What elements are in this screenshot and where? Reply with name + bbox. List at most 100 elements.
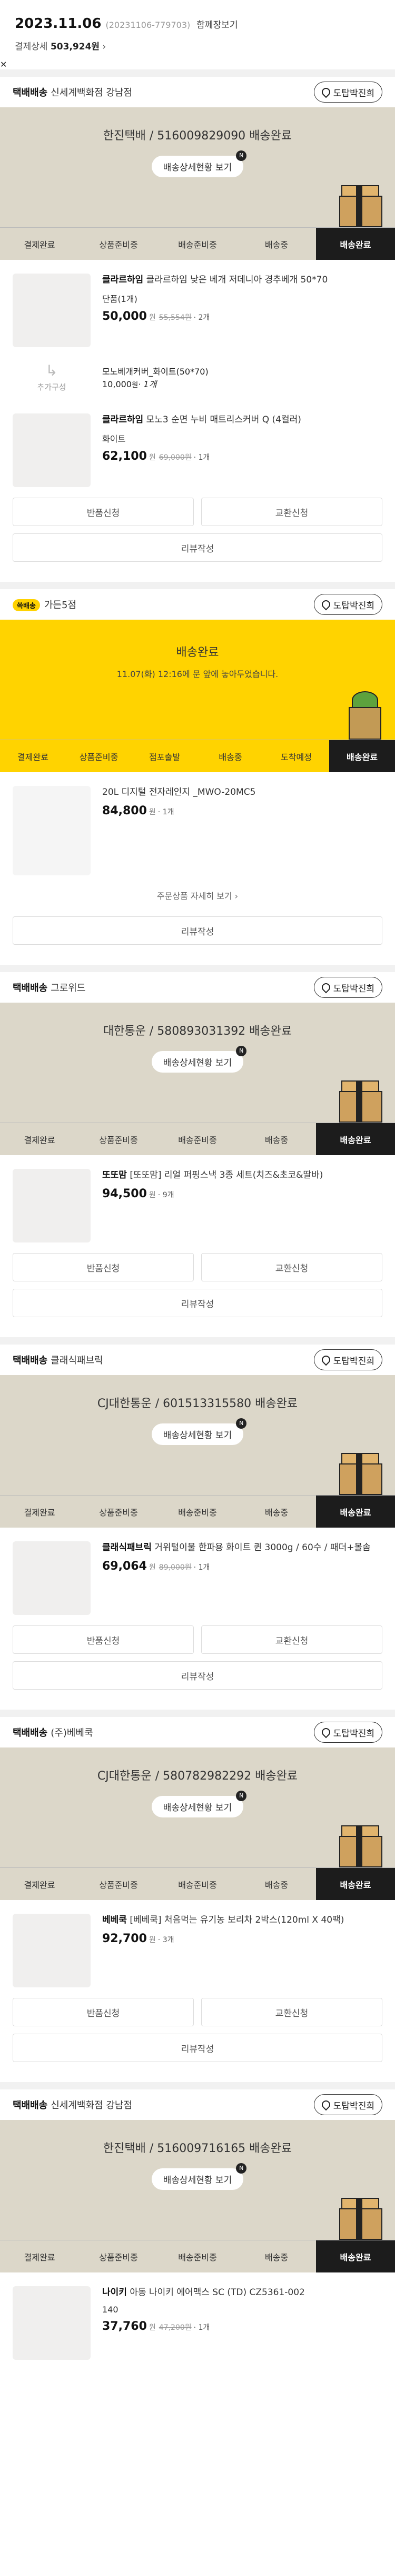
map-button[interactable]: 도탑박진희	[313, 1349, 382, 1370]
review-button[interactable]: 리뷰작성	[13, 2034, 382, 2062]
order-item[interactable]: 베베쿡 [베베쿡] 처음먹는 유기농 보리차 2박스(120ml X 40팩) 9…	[0, 1900, 395, 1995]
product-image[interactable]	[13, 274, 91, 347]
item-name: 클라르하임 클라르하임 낮은 베개 저데니아 경추베개 50*70	[102, 275, 328, 285]
track-button[interactable]: 배송상세현황 보기 N	[151, 2163, 247, 2190]
seller-name: 클래식패브릭	[51, 1355, 103, 1366]
step: 결제완료	[24, 1507, 55, 1518]
item-name: 클래식패브릭 거위털이불 한파용 화이트 퀸 3000g / 60수 / 패더+…	[102, 1542, 371, 1553]
item-name: 클라르하임 모노3 순면 누비 매트리스커버 Q (4컬러)	[102, 415, 301, 425]
map-button[interactable]: 도탑박진희	[313, 594, 382, 615]
review-button[interactable]: 리뷰작성	[13, 1289, 382, 1317]
step: 상품준비중	[99, 1135, 138, 1145]
step: 배송준비중	[178, 2252, 217, 2262]
item-price: 50,000 원 55,554원 · 2개	[102, 309, 210, 323]
map-button[interactable]: 도탑박진희	[313, 2094, 382, 2115]
return-button[interactable]: 반품신청	[13, 1998, 194, 2026]
action-buttons: 반품신청 교환신청리뷰작성	[0, 1622, 395, 1710]
track-button[interactable]: 배송상세현황 보기 N	[151, 1791, 247, 1817]
seller-bar: 택배배송 (주)베베쿡 도탑박진희	[0, 1717, 395, 1747]
order-item[interactable]: 클라르하임 클라르하임 낮은 베개 저데니아 경추베개 50*70 단품(1개) 5…	[0, 260, 395, 355]
package-box-icon	[337, 1080, 386, 1123]
item-option: 화이트	[102, 433, 126, 444]
close-icon[interactable]: ✕	[0, 59, 7, 69]
item-option: 단품(1개)	[102, 294, 137, 304]
review-button[interactable]: 리뷰작성	[13, 533, 382, 562]
step: 배송준비중	[178, 1135, 217, 1145]
step: 배송완료	[316, 1868, 395, 1900]
grocery-bag-icon	[347, 691, 383, 740]
seller-bar: 택배배송 클래식패브릭 도탑박진희	[0, 1345, 395, 1375]
step: 도착예정	[281, 752, 312, 762]
step: 배송중	[264, 1880, 289, 1890]
return-button[interactable]: 반품신청	[13, 1625, 194, 1654]
package-box-icon	[337, 2198, 386, 2240]
action-buttons: 반품신청 교환신청리뷰작성	[0, 494, 395, 582]
track-button[interactable]: 배송상세현황 보기 N	[151, 1046, 247, 1073]
step: 배송준비중	[178, 1507, 217, 1518]
seller-bar: 택배배송 신세계백화점 강남점 도탑박진희	[0, 77, 395, 107]
review-button[interactable]: 리뷰작성	[13, 1661, 382, 1690]
product-image[interactable]	[13, 1169, 91, 1242]
map-button[interactable]: 도탑박진희	[313, 977, 382, 998]
exchange-button[interactable]: 교환신청	[201, 1625, 382, 1654]
exchange-button[interactable]: 교환신청	[201, 498, 382, 526]
return-arrow-icon: ↳	[45, 362, 58, 379]
map-button[interactable]: 도탑박진희	[313, 1722, 382, 1743]
review-button[interactable]: 리뷰작성	[13, 916, 382, 945]
status-text: 한진택배 / 516009716165 배송완료	[103, 2142, 292, 2155]
status-text: 대한통운 / 580893031392 배송완료	[103, 1025, 292, 1038]
step: 점포출발	[149, 752, 180, 762]
order-item[interactable]: 나이키 아동 나이키 에어맥스 SC (TD) CZ5361-002 140 37,…	[0, 2272, 395, 2367]
seller-bar: 쓱배송 가든5점 도탑박진희	[0, 589, 395, 620]
detail-link[interactable]: 주문상품 자세히 보기 ›	[0, 883, 395, 913]
progress-steps: 결제완료 상품준비중 배송준비중 배송중 배송완료	[0, 227, 395, 260]
product-image[interactable]	[13, 2286, 91, 2360]
order-item[interactable]: 20L 디지털 전자레인지 _MWO-20MC5 84,800 원 · 1개	[0, 772, 395, 883]
new-badge: N	[236, 1046, 247, 1056]
order-item[interactable]: 클라르하임 모노3 순면 누비 매트리스커버 Q (4컬러) 화이트 62,100 원…	[0, 400, 395, 494]
item-price: 69,064 원 89,000원 · 1개	[102, 1559, 210, 1573]
item-name: 또또맘 [또또맘] 리얼 퍼핑스낵 3종 세트(치즈&초코&딸바)	[102, 1170, 323, 1180]
exchange-button[interactable]: 교환신청	[201, 1998, 382, 2026]
location-pin-icon	[320, 598, 332, 611]
order-date: 2023.11.06	[15, 16, 102, 32]
order-item[interactable]: 클래식패브릭 거위털이불 한파용 화이트 퀸 3000g / 60수 / 패더+…	[0, 1528, 395, 1622]
status-sub: 11.07(화) 12:16에 문 앞에 놓아두었습니다.	[116, 669, 279, 679]
track-button[interactable]: 배송상세현황 보기 N	[151, 150, 247, 177]
step: 배송중	[264, 1135, 289, 1145]
delivery-status-panel: 한진택배 / 516009716165 배송완료배송상세현황 보기 N	[0, 2120, 395, 2240]
seller-name: 그로위드	[51, 983, 86, 994]
together-link[interactable]: 함께장보기	[196, 17, 238, 31]
product-image[interactable]	[13, 1541, 91, 1615]
product-image[interactable]	[13, 1914, 91, 1987]
section-divider	[0, 582, 395, 589]
product-image[interactable]	[13, 786, 91, 875]
step: 상품준비중	[99, 239, 138, 250]
step: 상품준비중	[99, 1880, 138, 1890]
return-button[interactable]: 반품신청	[13, 498, 194, 526]
section-divider	[0, 1710, 395, 1717]
step: 배송중	[264, 1507, 289, 1518]
step: 결제완료	[17, 752, 48, 762]
product-image[interactable]	[13, 413, 91, 487]
location-pin-icon	[320, 2098, 332, 2111]
delivery-status-panel: CJ대한통운 / 580782982292 배송완료 배송상세현황 보기 N	[0, 1747, 395, 1867]
step: 상품준비중	[99, 1507, 138, 1518]
location-pin-icon	[320, 1726, 332, 1739]
return-button[interactable]: 반품신청	[13, 1253, 194, 1281]
progress-steps: 결제완료 상품준비중 점포출발 배송중 도착예정 배송완료	[0, 740, 395, 772]
item-price: 62,100 원 69,000원 · 1개	[102, 449, 210, 463]
step: 배송완료	[329, 740, 395, 772]
seller-name: (주)베베쿡	[51, 1728, 93, 1739]
map-button[interactable]: 도탑박진희	[313, 82, 382, 103]
exchange-button[interactable]: 교환신청	[201, 1253, 382, 1281]
item-name: 20L 디지털 전자레인지 _MWO-20MC5	[102, 787, 256, 797]
status-text: 배송완료	[176, 646, 219, 659]
package-box-icon	[337, 185, 386, 227]
addon-item[interactable]: ↳ 추가구성 모노베개커버_화이트(50*70) 10,000원· 1개	[0, 355, 395, 400]
track-button[interactable]: 배송상세현황 보기 N	[151, 1418, 247, 1445]
payment-detail-link[interactable]: 결제상세 503,924원 ›	[15, 39, 380, 52]
order-item[interactable]: 또또맘 [또또맘] 리얼 퍼핑스낵 3종 세트(치즈&초코&딸바) 94,500 원…	[0, 1155, 395, 1250]
action-buttons: 반품신청 교환신청리뷰작성	[0, 1250, 395, 1337]
step: 결제완료	[24, 1880, 55, 1890]
